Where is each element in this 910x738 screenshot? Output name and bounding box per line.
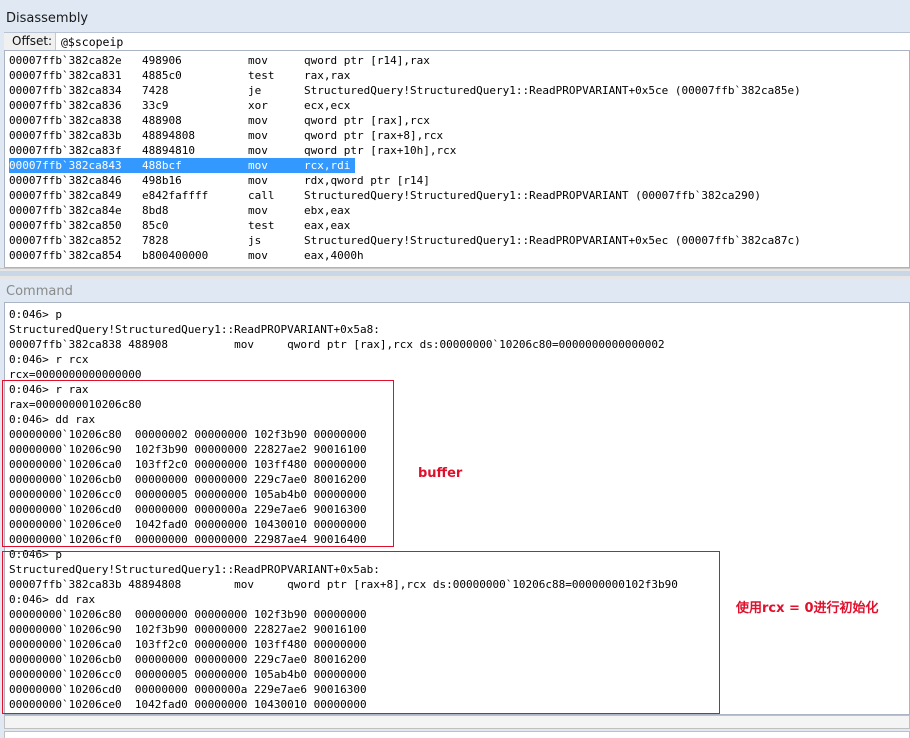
instruction-address: 00007ffb`382ca83b xyxy=(9,129,122,142)
instruction-mnemonic: mov xyxy=(248,159,268,172)
disassembly-row[interactable]: 00007ffb`382ca852 7828 js StructuredQuery!S… xyxy=(9,233,889,248)
disassembly-pane-title: Disassembly xyxy=(6,11,89,26)
instruction-operands: qword ptr [rax],rcx xyxy=(304,114,430,127)
instruction-bytes: 488908 xyxy=(142,114,182,127)
instruction-mnemonic: test xyxy=(248,69,275,82)
instruction-mnemonic: mov xyxy=(248,204,268,217)
disassembly-row[interactable]: 00007ffb`382ca82e 498906 mov qword ptr [r14… xyxy=(9,53,889,68)
disassembly-row[interactable]: 00007ffb`382ca838 488908 mov qword ptr [rax… xyxy=(9,113,889,128)
instruction-bytes: 498906 xyxy=(142,54,182,67)
instruction-mnemonic: mov xyxy=(248,249,268,262)
command-output-line: StructuredQuery!StructuredQuery1::ReadPR… xyxy=(9,323,380,336)
disassembly-listing[interactable]: 00007ffb`382ca82e 498906 mov qword ptr [r14… xyxy=(4,50,910,268)
instruction-bytes: 498b16 xyxy=(142,174,182,187)
disassembly-row[interactable]: 00007ffb`382ca850 85c0 test eax,eax xyxy=(9,218,889,233)
instruction-address: 00007ffb`382ca834 xyxy=(9,84,122,97)
command-output-line: 00007ffb`382ca838 488908 mov qword ptr [… xyxy=(9,338,665,351)
instruction-address: 00007ffb`382ca850 xyxy=(9,219,122,232)
offset-label: Offset: xyxy=(12,34,53,48)
disassembly-row[interactable]: 00007ffb`382ca84e 8bd8 mov ebx,eax xyxy=(9,203,889,218)
instruction-bytes: 48894810 xyxy=(142,144,195,157)
command-input[interactable] xyxy=(4,731,910,738)
instruction-operands: ecx,ecx xyxy=(304,99,351,112)
instruction-operands: StructuredQuery!StructuredQuery1::ReadPR… xyxy=(304,234,801,247)
instruction-bytes: e842faffff xyxy=(142,189,209,202)
instruction-operands: eax,4000h xyxy=(304,249,364,262)
disassembly-row[interactable]: 00007ffb`382ca854 b800400000 mov eax,4000h xyxy=(9,248,889,263)
instruction-address: 00007ffb`382ca846 xyxy=(9,174,122,187)
instruction-bytes: 488bcf xyxy=(142,159,182,172)
instruction-operands: StructuredQuery!StructuredQuery1::ReadPR… xyxy=(304,84,801,97)
instruction-bytes: 4885c0 xyxy=(142,69,182,82)
instruction-bytes: 8bd8 xyxy=(142,204,169,217)
instruction-address: 00007ffb`382ca831 xyxy=(9,69,122,82)
instruction-address: 00007ffb`382ca82e xyxy=(9,54,122,67)
instruction-operands: StructuredQuery!StructuredQuery1::ReadPR… xyxy=(304,189,761,202)
disassembly-row[interactable]: 00007ffb`382ca849 e842faffff call Structure… xyxy=(9,188,889,203)
instruction-mnemonic: call xyxy=(248,189,275,202)
instruction-operands: qword ptr [r14],rax xyxy=(304,54,430,67)
instruction-address: 00007ffb`382ca838 xyxy=(9,114,122,127)
instruction-mnemonic: mov xyxy=(248,144,268,157)
instruction-address: 00007ffb`382ca849 xyxy=(9,189,122,202)
instruction-address: 00007ffb`382ca852 xyxy=(9,234,122,247)
instruction-operands: rdx,qword ptr [r14] xyxy=(304,174,430,187)
instruction-operands: rax,rax xyxy=(304,69,351,82)
instruction-operands: qword ptr [rax+8],rcx xyxy=(304,129,444,142)
instruction-mnemonic: mov xyxy=(248,129,268,142)
instruction-address: 00007ffb`382ca854 xyxy=(9,249,122,262)
instruction-address: 00007ffb`382ca84e xyxy=(9,204,122,217)
instruction-address: 00007ffb`382ca83f xyxy=(9,144,122,157)
disassembly-row[interactable]: 00007ffb`382ca836 33c9 xor ecx,ecx xyxy=(9,98,889,113)
instruction-bytes: b800400000 xyxy=(142,249,209,262)
command-output-line: 0:046> p xyxy=(9,308,62,321)
command-output-line: 0:046> r rcx xyxy=(9,353,89,366)
command-horizontal-scrollbar[interactable] xyxy=(4,715,910,729)
disassembly-row-selected[interactable]: 00007ffb`382ca843 488bcf mov rcx,rdi xyxy=(9,158,889,173)
buffer-highlight-box xyxy=(2,380,394,547)
offset-bar: Offset: xyxy=(4,32,910,50)
init-highlight-box xyxy=(2,551,720,714)
instruction-mnemonic: mov xyxy=(248,114,268,127)
disassembly-row[interactable]: 00007ffb`382ca831 4885c0 test rax,rax xyxy=(9,68,889,83)
instruction-mnemonic: test xyxy=(248,219,275,232)
instruction-address: 00007ffb`382ca836 xyxy=(9,99,122,112)
disassembly-row[interactable]: 00007ffb`382ca83b 48894808 mov qword ptr [r… xyxy=(9,128,889,143)
instruction-bytes: 7428 xyxy=(142,84,169,97)
instruction-mnemonic: je xyxy=(248,84,262,97)
disassembly-row[interactable]: 00007ffb`382ca83f 48894810 mov qword ptr [r… xyxy=(9,143,889,158)
instruction-bytes: 7828 xyxy=(142,234,169,247)
disassembly-row[interactable]: 00007ffb`382ca834 7428 je StructuredQuery!S… xyxy=(9,83,889,98)
instruction-operands: qword ptr [rax+10h],rcx xyxy=(304,144,457,157)
init-annotation: 使用rcx = 0进行初始化 xyxy=(736,601,879,616)
instruction-bytes: 85c0 xyxy=(142,219,169,232)
instruction-mnemonic: js xyxy=(248,234,262,247)
instruction-bytes: 48894808 xyxy=(142,129,195,142)
instruction-mnemonic: mov xyxy=(248,174,268,187)
command-pane-title: Command xyxy=(6,284,73,299)
instruction-operands: ebx,eax xyxy=(304,204,351,217)
instruction-mnemonic: mov xyxy=(248,54,268,67)
instruction-mnemonic: xor xyxy=(248,99,268,112)
buffer-annotation: buffer xyxy=(418,466,463,481)
instruction-operands: rcx,rdi xyxy=(304,159,351,172)
instruction-bytes: 33c9 xyxy=(142,99,169,112)
instruction-address: 00007ffb`382ca843 xyxy=(9,159,122,172)
disassembly-row[interactable]: 00007ffb`382ca846 498b16 mov rdx,qword ptr … xyxy=(9,173,889,188)
offset-input[interactable] xyxy=(55,33,910,50)
pane-splitter[interactable] xyxy=(0,271,910,276)
instruction-operands: eax,eax xyxy=(304,219,351,232)
